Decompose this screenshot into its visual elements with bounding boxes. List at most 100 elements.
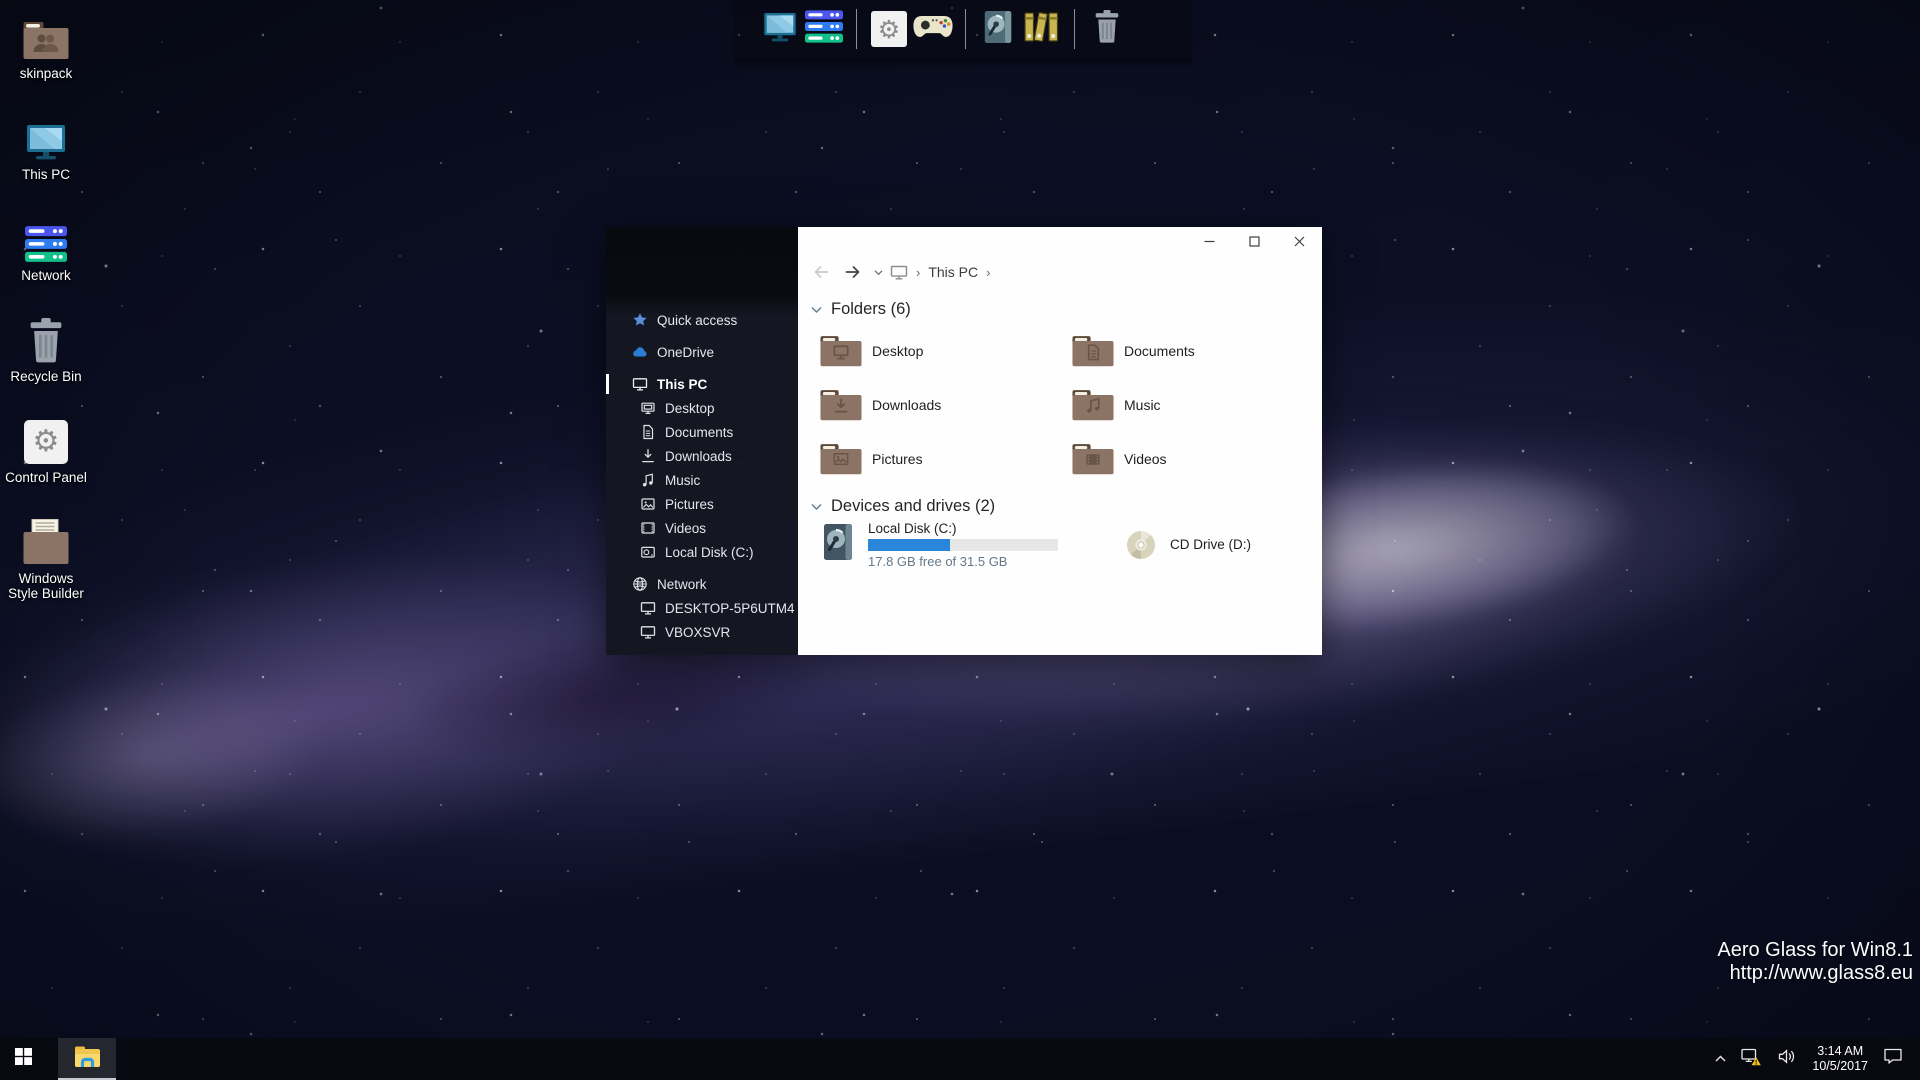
speaker-icon xyxy=(1777,1048,1797,1070)
sidebar-item-label: Music xyxy=(665,473,700,488)
tray-overflow-button[interactable] xyxy=(1707,1038,1734,1080)
sidebar-item-desktop[interactable]: Desktop xyxy=(606,396,798,420)
sidebar-item-quick-access[interactable]: Quick access xyxy=(606,308,798,332)
minimize-button[interactable] xyxy=(1187,227,1232,256)
recycle-bin-icon xyxy=(27,311,65,363)
sidebar-item-onedrive[interactable]: OneDrive xyxy=(606,340,798,364)
top-dock: ⚙ xyxy=(734,0,1192,58)
sidebar-item-music[interactable]: Music xyxy=(606,468,798,492)
binders-icon xyxy=(1022,10,1062,49)
notification-icon xyxy=(1883,1048,1903,1070)
desktop-icon-label: Windows Style Builder xyxy=(2,571,90,601)
chevron-down-icon xyxy=(811,306,822,314)
sidebar-item-label: Pictures xyxy=(665,497,714,512)
sidebar-item-network[interactable]: Network xyxy=(606,572,798,596)
taskbar-clock[interactable]: 3:14 AM 10/5/2017 xyxy=(1804,1044,1876,1074)
sidebar-item-desktop-5p6utm4[interactable]: DESKTOP-5P6UTM4 xyxy=(606,596,798,620)
folder-tile-music[interactable]: Music xyxy=(1072,387,1324,422)
network-status-button[interactable] xyxy=(1734,1038,1770,1080)
folder-tile-videos[interactable]: Videos xyxy=(1072,441,1324,476)
star-icon xyxy=(632,312,648,328)
folder-tile-pictures[interactable]: Pictures xyxy=(820,441,1072,476)
dock-network-button[interactable] xyxy=(802,7,846,51)
taskbar: 3:14 AM 10/5/2017 xyxy=(0,1038,1920,1080)
sidebar-item-label: Videos xyxy=(665,521,706,536)
sidebar-item-this-pc[interactable]: This PC xyxy=(606,372,798,396)
sidebar-item-downloads[interactable]: Downloads xyxy=(606,444,798,468)
desktop-icon-label: Network xyxy=(21,268,71,283)
dock-trash-button[interactable] xyxy=(1085,7,1129,51)
dock-games-button[interactable] xyxy=(911,7,955,51)
sidebar-item-label: Network xyxy=(657,577,707,592)
disk-usage-bar xyxy=(868,539,1058,551)
devices-section-header[interactable]: Devices and drives (2) xyxy=(811,497,995,516)
sidebar-item-vboxsvr[interactable]: VBOXSVR xyxy=(606,620,798,644)
dock-libraries-button[interactable] xyxy=(1020,7,1064,51)
dock-separator xyxy=(1074,9,1075,49)
desktop: ⚙ skinpac xyxy=(0,0,1920,1080)
start-button[interactable] xyxy=(0,1038,46,1080)
sidebar-item-videos[interactable]: Videos xyxy=(606,516,798,540)
folders-section-header[interactable]: Folders (6) xyxy=(811,300,911,319)
sidebar-item-documents[interactable]: Documents xyxy=(606,420,798,444)
hard-drive-icon xyxy=(983,10,1013,49)
dock-this-pc-button[interactable] xyxy=(758,7,802,51)
breadcrumb-location[interactable]: This PC xyxy=(928,264,978,280)
forward-button[interactable] xyxy=(844,263,862,281)
explorer-window: Quick access OneDrive This PC Desktop xyxy=(606,227,1322,655)
sidebar-item-label: Quick access xyxy=(657,313,737,328)
sidebar-item-pictures[interactable]: Pictures xyxy=(606,492,798,516)
section-title: Devices and drives (2) xyxy=(831,497,995,516)
drive-tile-cd[interactable]: CD Drive (D:) xyxy=(1124,521,1251,569)
desktop-icon-skinpack[interactable]: skinpack xyxy=(0,8,92,109)
back-button[interactable] xyxy=(812,263,830,281)
network-warning-icon xyxy=(1741,1048,1763,1071)
folder-icon xyxy=(820,442,862,475)
desktop-icon-this-pc[interactable]: This PC xyxy=(0,109,92,210)
folder-tile-desktop[interactable]: Desktop xyxy=(820,333,1072,368)
watermark-line2: http://www.glass8.eu xyxy=(1717,962,1913,985)
dock-drives-button[interactable] xyxy=(976,7,1020,51)
action-center-button[interactable] xyxy=(1876,1038,1910,1080)
hard-drive-icon xyxy=(822,523,854,561)
close-button[interactable] xyxy=(1277,227,1322,256)
maximize-button[interactable] xyxy=(1232,227,1277,256)
drive-tile-local-disk[interactable]: Local Disk (C:) 17.8 GB free of 31.5 GB xyxy=(822,521,1058,569)
desktop-icon-network[interactable]: Network xyxy=(0,210,92,311)
clock-date: 10/5/2017 xyxy=(1812,1059,1868,1074)
sidebar-item-label: Downloads xyxy=(665,449,732,464)
folder-tile-documents[interactable]: Documents xyxy=(1072,333,1324,368)
sidebar-item-local-disk[interactable]: Local Disk (C:) xyxy=(606,540,798,564)
drive-free-space: 17.8 GB free of 31.5 GB xyxy=(868,554,1058,569)
folder-tile-downloads[interactable]: Downloads xyxy=(820,387,1072,422)
desktop-icon-label: Control Panel xyxy=(5,470,87,485)
sidebar-item-label: DESKTOP-5P6UTM4 xyxy=(665,601,795,616)
selection-indicator xyxy=(606,374,609,394)
file-explorer-taskbar-button[interactable] xyxy=(58,1038,116,1080)
aero-glass-watermark: Aero Glass for Win8.1 http://www.glass8.… xyxy=(1717,939,1913,985)
desktop-icon-control-panel[interactable]: ⚙ Control Panel xyxy=(0,412,92,513)
document-icon xyxy=(640,424,656,440)
desktop-icon-label: This PC xyxy=(22,167,70,182)
gear-icon: ⚙ xyxy=(24,412,68,464)
window-controls xyxy=(1187,227,1322,256)
folder-label: Documents xyxy=(1124,343,1195,359)
cd-icon xyxy=(1124,528,1158,562)
desktop-icon-recycle-bin[interactable]: Recycle Bin xyxy=(0,311,92,412)
desktop-icon-label: Recycle Bin xyxy=(10,369,81,384)
drive-label: CD Drive (D:) xyxy=(1170,537,1251,553)
location-monitor-icon xyxy=(890,264,908,281)
recent-locations-dropdown[interactable] xyxy=(874,269,883,276)
volume-button[interactable] xyxy=(1770,1038,1804,1080)
folder-label: Desktop xyxy=(872,343,923,359)
folder-icon xyxy=(1072,334,1114,367)
folders-grid: Desktop Documents Downloads Music Pictur… xyxy=(820,333,1324,476)
monitor-icon xyxy=(23,109,69,161)
windows-logo-icon xyxy=(15,1048,32,1070)
breadcrumb: › This PC › xyxy=(812,259,998,285)
dock-separator xyxy=(965,9,966,49)
explorer-content-pane: › This PC › Folders (6) Desktop Document… xyxy=(798,227,1322,655)
desktop-icon-windows-style-builder[interactable]: Windows Style Builder xyxy=(0,513,92,614)
dock-settings-button[interactable]: ⚙ xyxy=(867,7,911,51)
sidebar-item-label: Documents xyxy=(665,425,733,440)
